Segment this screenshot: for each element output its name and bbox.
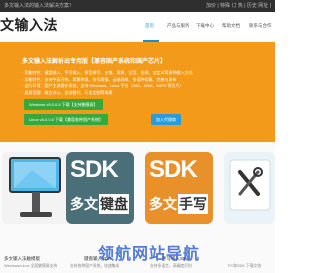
- kiosk-illustration: [9, 157, 61, 217]
- tools-illustration: [229, 159, 271, 211]
- hero-banner: 多文输入法解析出专用版【兼容国产系统和国产芯片】 · 功能特色：键盘输入、手写输…: [0, 42, 275, 142]
- hero-desc-line: · 适用范围：政企办公、信创替代、行业定制等场景: [22, 89, 113, 95]
- product-card-touch[interactable]: [2, 152, 70, 224]
- navbar: 文输入法 首页 产品与服务 下载中心 帮助文档 联系与合作: [0, 12, 275, 43]
- product-card-keyboard-sdk[interactable]: SDK 多文 键盘: [66, 152, 134, 224]
- nav-item-products[interactable]: 产品与服务: [167, 23, 190, 29]
- site-watermark: 领航网站导航: [98, 246, 201, 263]
- top-bar-links[interactable]: 加价 | 特殊 订 热 | 历史 网址 |: [206, 0, 271, 12]
- product-sub-handwrite-sdk: 支持多语言，高精度识别: [150, 264, 192, 268]
- sdk-keyboard-title: 多文 键盘: [70, 194, 129, 214]
- linux-download-button[interactable]: Linux v5.0.0.5 下载【兼容各种国产系统】: [24, 114, 109, 125]
- product-sub-keyboard-sdk: 支持各种国产系统，快速集成: [70, 264, 120, 268]
- sdk-logo-text: SDK: [149, 156, 198, 183]
- sdk-handwrite-title: 多文 手写: [149, 194, 208, 214]
- nav-item-contact[interactable]: 联系与合作: [249, 23, 272, 29]
- sdk-logo-text: SDK: [70, 156, 119, 183]
- product-card-tools[interactable]: [224, 152, 275, 224]
- join-agent-button[interactable]: 加入代理商: [151, 114, 181, 125]
- product-card-handwrite-sdk[interactable]: SDK 多文 手写: [145, 152, 213, 224]
- hero-desc-line: · 功能特色：键盘输入、手写输入、拼音拼写、五笔、双拼、注音、仓颉、自定义等多种…: [22, 70, 193, 75]
- hero-description: · 功能特色：键盘输入、手写输入、拼音拼写、五笔、双拼、注音、仓颉、自定义等多种…: [22, 70, 222, 96]
- nav-item-download[interactable]: 下载中心: [196, 23, 214, 29]
- nav-item-help[interactable]: 帮助文档: [222, 23, 240, 29]
- sdk-handwrite-title-b: 手写: [178, 194, 208, 214]
- hero-title: 多文输入法解析出专用版【兼容国产系统和国产芯片】: [22, 59, 167, 65]
- sdk-keyboard-title-b: 键盘: [99, 194, 129, 214]
- product-sub-tools: PC和SDK 下载文档: [228, 264, 262, 268]
- nav-item-home[interactable]: 首页: [145, 23, 154, 29]
- product-label-touch[interactable]: 多文输入法触摸版: [4, 256, 40, 262]
- top-bar-welcome: 多文输入法的输入法解决方案！: [4, 3, 75, 9]
- windows-download-button[interactable]: Windows v5.0.0.5 下载【支持触摸屏】: [24, 99, 103, 110]
- site-logo[interactable]: 文输入法: [0, 15, 58, 35]
- sdk-handwrite-title-a: 多文: [149, 196, 177, 212]
- top-bar: 多文输入法的输入法解决方案！ 加价 | 特殊 订 热 | 历史 网址 |: [0, 0, 275, 12]
- product-sub-touch: Windows/Linux 全面触摸屏支持: [4, 264, 58, 268]
- sdk-keyboard-title-a: 多文: [70, 196, 98, 212]
